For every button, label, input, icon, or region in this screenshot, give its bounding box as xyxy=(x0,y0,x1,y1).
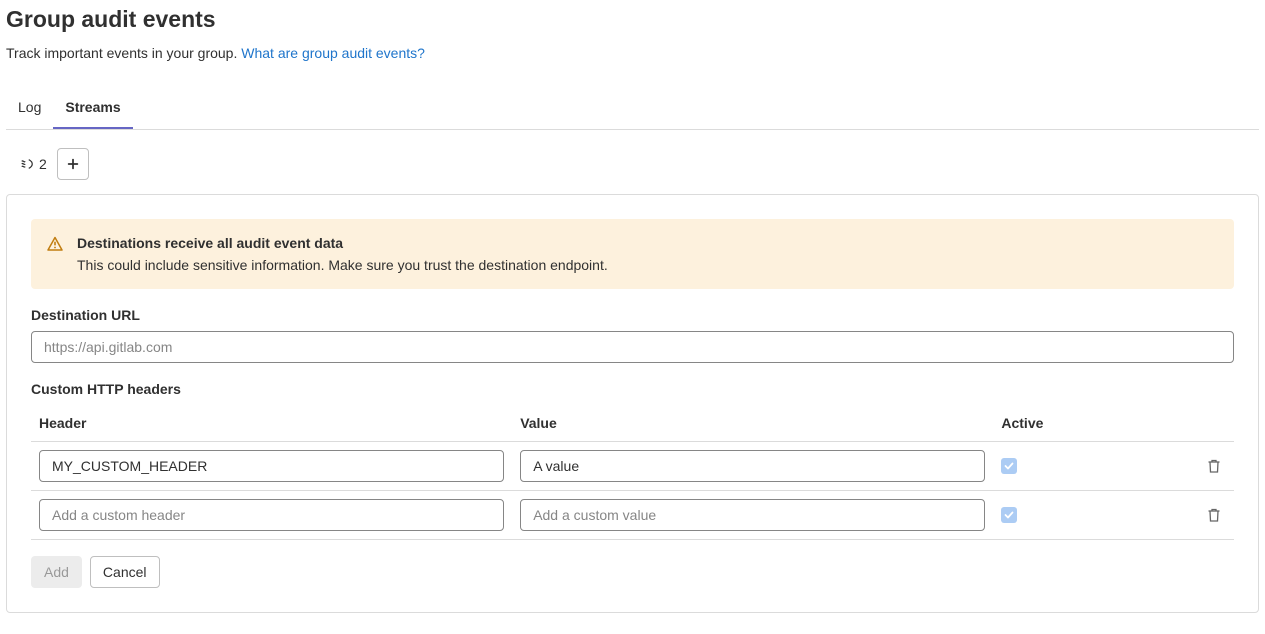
stream-icon xyxy=(20,157,34,171)
page-subtitle: Track important events in your group. Wh… xyxy=(6,45,1259,61)
destination-url-label: Destination URL xyxy=(31,307,1234,323)
trash-icon xyxy=(1206,458,1222,474)
header-input[interactable] xyxy=(39,450,504,482)
col-header: Header xyxy=(31,405,512,442)
cancel-button[interactable]: Cancel xyxy=(90,556,160,588)
stream-panel: Destinations receive all audit event dat… xyxy=(6,194,1259,613)
form-actions: Add Cancel xyxy=(31,556,1234,588)
destination-url-input[interactable] xyxy=(31,331,1234,363)
check-icon xyxy=(1004,461,1014,471)
add-stream-button[interactable] xyxy=(57,148,89,180)
warning-icon xyxy=(47,236,63,273)
check-icon xyxy=(1004,510,1014,520)
table-row xyxy=(31,442,1234,491)
headers-table: Header Value Active xyxy=(31,405,1234,540)
tab-streams[interactable]: Streams xyxy=(53,89,132,129)
delete-header-button[interactable] xyxy=(1202,454,1226,478)
tabs: Log Streams xyxy=(6,89,1259,130)
stream-count: 2 xyxy=(20,156,47,172)
active-checkbox[interactable] xyxy=(1001,507,1017,523)
header-input[interactable] xyxy=(39,499,504,531)
col-value: Value xyxy=(512,405,993,442)
add-button[interactable]: Add xyxy=(31,556,82,588)
value-input[interactable] xyxy=(520,499,985,531)
warning-alert: Destinations receive all audit event dat… xyxy=(31,219,1234,289)
stream-toolbar: 2 xyxy=(6,130,1259,194)
help-link[interactable]: What are group audit events? xyxy=(241,45,425,61)
col-active: Active xyxy=(993,405,1194,442)
alert-title: Destinations receive all audit event dat… xyxy=(77,235,608,251)
alert-body: This could include sensitive information… xyxy=(77,257,608,273)
plus-icon xyxy=(66,157,80,171)
active-checkbox[interactable] xyxy=(1001,458,1017,474)
table-row xyxy=(31,491,1234,540)
value-input[interactable] xyxy=(520,450,985,482)
trash-icon xyxy=(1206,507,1222,523)
tab-log[interactable]: Log xyxy=(6,89,53,129)
delete-header-button[interactable] xyxy=(1202,503,1226,527)
custom-headers-label: Custom HTTP headers xyxy=(31,381,1234,397)
page-title: Group audit events xyxy=(6,6,1259,33)
